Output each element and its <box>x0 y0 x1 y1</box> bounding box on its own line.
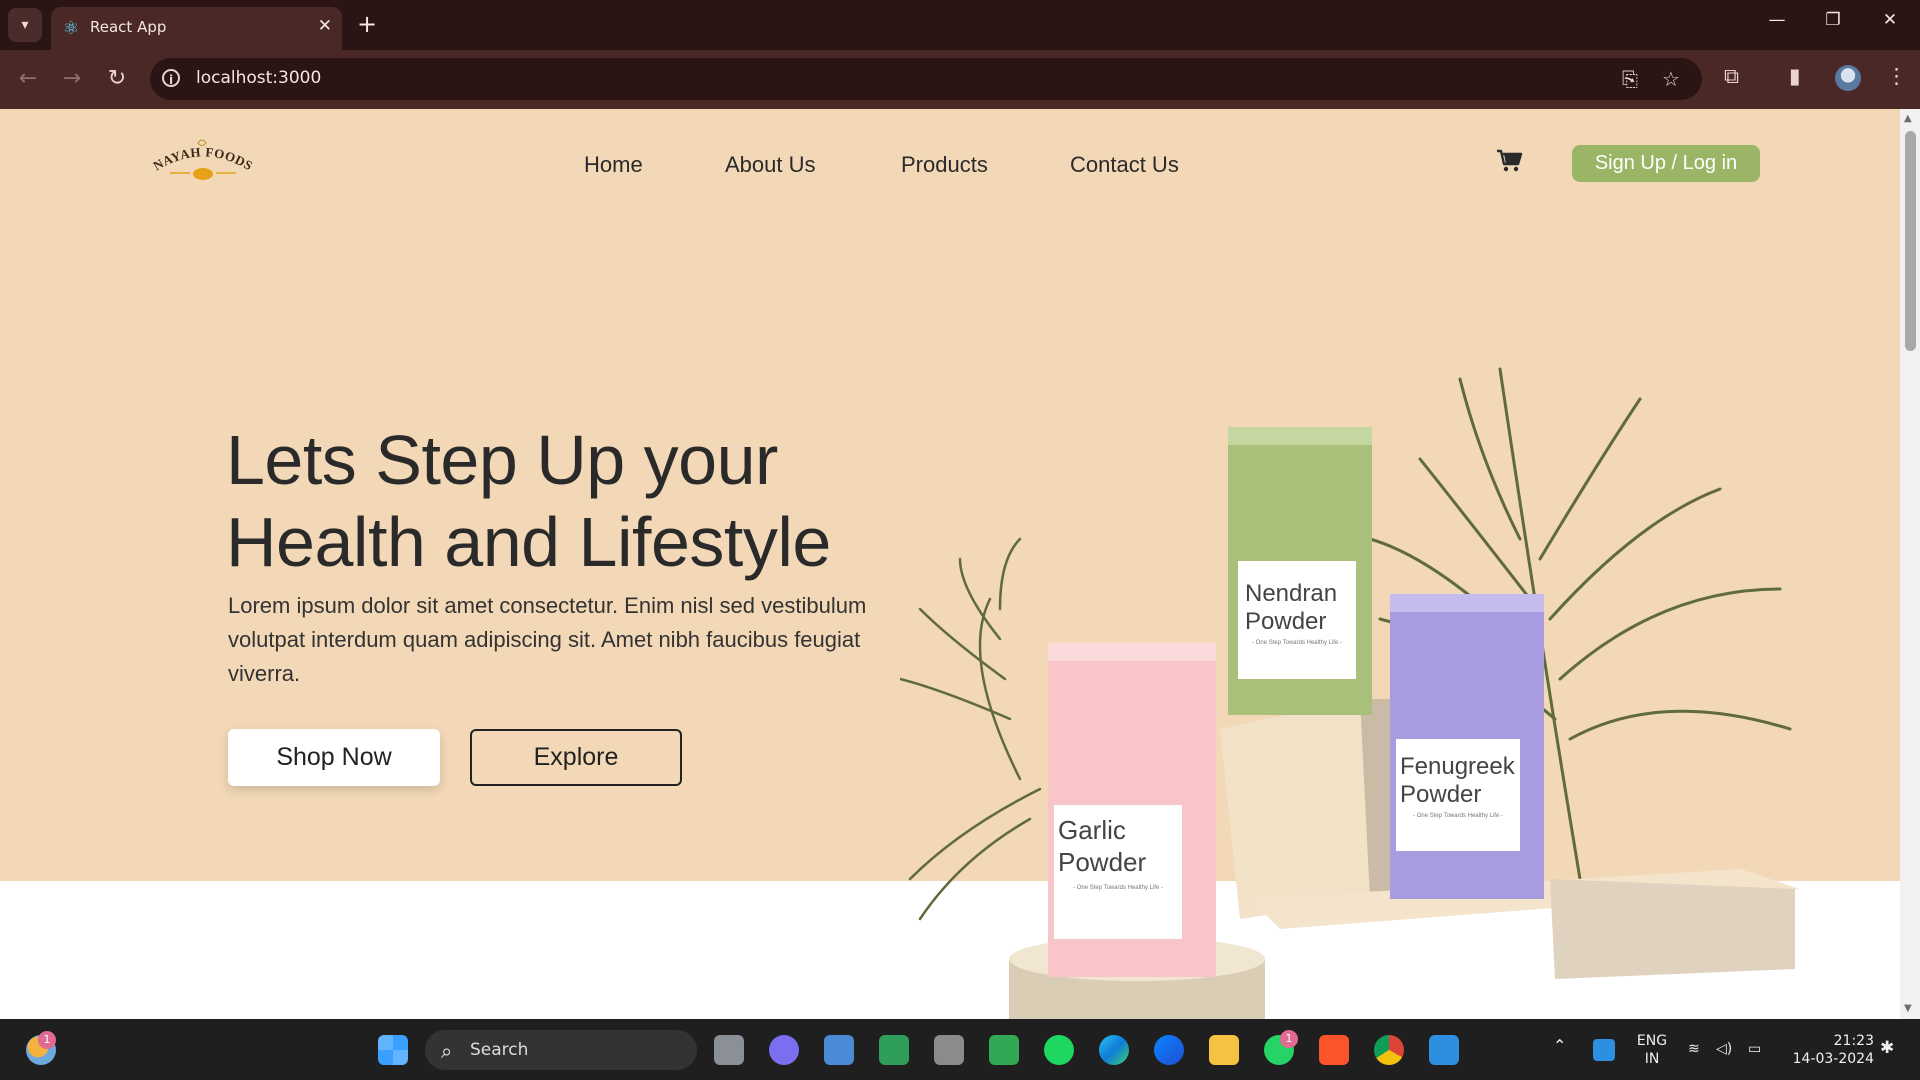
restore-icon[interactable]: ❐ <box>1813 10 1853 30</box>
scroll-up-icon[interactable]: ▲ <box>1904 113 1912 124</box>
tab-search-chevron-icon[interactable]: ▾ <box>8 8 42 42</box>
bookmark-star-icon[interactable]: ☆ <box>1662 67 1680 91</box>
microphone-app-icon[interactable] <box>934 1035 964 1065</box>
hero-headline: Lets Step Up your Health and Lifestyle <box>226 419 831 583</box>
cart-icon[interactable] <box>1496 149 1524 173</box>
teams-chat-icon[interactable] <box>769 1035 799 1065</box>
chrome-icon[interactable] <box>1374 1035 1404 1065</box>
clock-date: 14-03-2024 <box>1792 1051 1874 1067</box>
clock[interactable]: 21:23 14-03-2024 <box>1780 1032 1874 1068</box>
scroll-down-icon[interactable]: ▼ <box>1904 1003 1912 1014</box>
security-shield-icon[interactable] <box>1593 1039 1615 1061</box>
tab-title: React App <box>90 18 167 36</box>
browser-tab[interactable]: ⚛ React App ✕ <box>51 7 342 50</box>
whatsapp-badge: 1 <box>1280 1030 1298 1048</box>
notifications-icon[interactable]: ✱ <box>1880 1039 1894 1057</box>
product-showcase-image: Nendran Powder - One Step Towards Health… <box>900 367 1800 1019</box>
windows-taskbar: 1 ⌕ Search 1 ⌃ ENG IN ≋ ◁) ▭ 21:23 14-03… <box>0 1019 1920 1080</box>
task-view-icon[interactable] <box>714 1035 744 1065</box>
vscode-icon[interactable] <box>1429 1035 1459 1065</box>
clock-time: 21:23 <box>1833 1033 1874 1049</box>
firefox-icon[interactable] <box>1154 1035 1184 1065</box>
tab-close-icon[interactable]: ✕ <box>318 16 332 36</box>
back-icon[interactable]: ← <box>12 64 44 94</box>
new-tab-icon[interactable]: + <box>352 9 382 39</box>
side-panel-icon[interactable]: ▮ <box>1789 64 1801 88</box>
nav-products[interactable]: Products <box>901 152 988 178</box>
svg-text:Fenugreek: Fenugreek <box>1400 753 1516 780</box>
svg-text:Nendran: Nendran <box>1245 580 1337 607</box>
svg-text:Powder: Powder <box>1245 608 1326 635</box>
explore-button[interactable]: Explore <box>470 729 682 786</box>
nav-about-us[interactable]: About Us <box>725 152 816 178</box>
address-url[interactable]: localhost:3000 <box>196 68 321 88</box>
nendran-powder-pouch: Nendran Powder - One Step Towards Health… <box>1228 427 1372 715</box>
garlic-powder-pouch: Garlic Powder - One Step Towards Healthy… <box>1048 643 1216 977</box>
install-app-icon[interactable]: ⎘ <box>1622 67 1638 91</box>
region-code: IN <box>1644 1051 1660 1067</box>
edge-icon[interactable] <box>1099 1035 1129 1065</box>
browser-tab-bar: ▾ ⚛ React App ✕ + — ❐ ✕ <box>0 0 1920 50</box>
page-viewport: NAYAH FOODS Home About Us Products Conta… <box>0 109 1900 1019</box>
weather-badge: 1 <box>38 1031 56 1049</box>
stocks-app-icon[interactable] <box>879 1035 909 1065</box>
taskbar-search[interactable]: ⌕ Search <box>425 1030 697 1070</box>
nav-home[interactable]: Home <box>584 152 643 178</box>
photos-icon[interactable] <box>824 1035 854 1065</box>
site-info-icon[interactable]: i <box>162 69 180 87</box>
spotify-icon[interactable] <box>1044 1035 1074 1065</box>
file-explorer-icon[interactable] <box>1209 1035 1239 1065</box>
nayah-foods-logo[interactable]: NAYAH FOODS <box>148 135 258 185</box>
window-close-icon[interactable]: ✕ <box>1870 10 1910 30</box>
language-code: ENG <box>1636 1033 1668 1049</box>
palm-leaf-left <box>900 537 1042 921</box>
hero-headline-line-2: Health and Lifestyle <box>226 503 831 581</box>
taskbar-search-label: Search <box>470 1040 529 1060</box>
svg-text:Powder: Powder <box>1400 781 1481 808</box>
svg-text:Powder: Powder <box>1058 847 1146 877</box>
reload-icon[interactable]: ↻ <box>101 64 133 94</box>
minimize-icon[interactable]: — <box>1757 10 1797 30</box>
show-hidden-icons-icon[interactable]: ⌃ <box>1553 1037 1566 1055</box>
search-icon: ⌕ <box>441 1039 453 1063</box>
browser-menu-icon[interactable]: ⋮ <box>1886 64 1907 88</box>
svg-text:- One Step Towards Healthy Lif: - One Step Towards Healthy Life - <box>1252 640 1342 646</box>
address-bar[interactable]: i localhost:3000 ⎘ ☆ <box>150 58 1702 100</box>
google-chat-icon[interactable] <box>989 1035 1019 1065</box>
page-scrollbar[interactable]: ▲ ▼ <box>1900 109 1920 1019</box>
volume-icon[interactable]: ◁) <box>1716 1040 1732 1058</box>
windows-start-icon[interactable] <box>378 1035 408 1065</box>
hero-headline-line-1: Lets Step Up your <box>226 421 778 499</box>
svg-text:Garlic: Garlic <box>1058 815 1126 845</box>
brave-icon[interactable] <box>1319 1035 1349 1065</box>
language-indicator[interactable]: ENG IN <box>1630 1032 1674 1068</box>
browser-toolbar: ← → ↻ i localhost:3000 ⎘ ☆ ⧉ ▮ ⋮ <box>0 50 1920 109</box>
svg-text:- One Step Towards Healthy Lif: - One Step Towards Healthy Life - <box>1073 885 1163 891</box>
svg-text:- One Step Towards Healthy Lif: - One Step Towards Healthy Life - <box>1413 813 1503 819</box>
battery-icon[interactable]: ▭ <box>1748 1040 1761 1058</box>
fenugreek-powder-pouch: Fenugreek Powder - One Step Towards Heal… <box>1390 594 1544 899</box>
hero-description: Lorem ipsum dolor sit amet consectetur. … <box>228 593 867 686</box>
nav-contact-us[interactable]: Contact Us <box>1070 152 1179 178</box>
scroll-thumb[interactable] <box>1905 131 1916 351</box>
wifi-icon[interactable]: ≋ <box>1688 1040 1700 1058</box>
react-favicon-icon: ⚛ <box>62 18 80 39</box>
shop-now-button[interactable]: Shop Now <box>228 729 440 786</box>
forward-icon[interactable]: → <box>56 64 88 94</box>
sign-up-login-button[interactable]: Sign Up / Log in <box>1572 145 1760 182</box>
extensions-icon[interactable]: ⧉ <box>1724 64 1739 89</box>
profile-avatar[interactable] <box>1835 65 1861 91</box>
